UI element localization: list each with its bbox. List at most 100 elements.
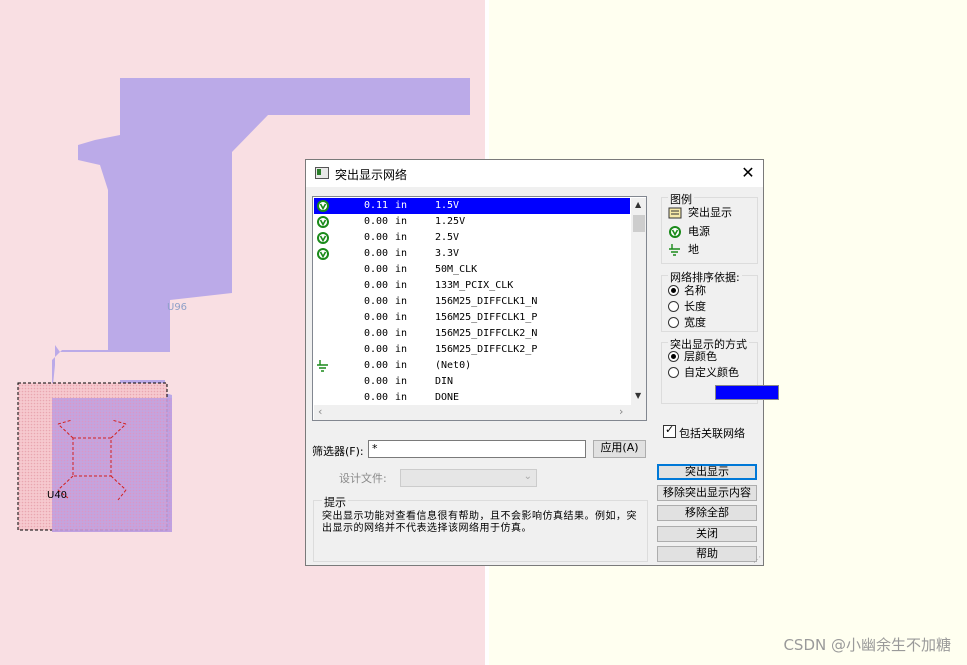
net-row[interactable]: 0.00 in DONE [314,390,630,406]
net-unit: in [395,296,408,307]
net-name: 50M_CLK [435,264,478,275]
chevron-down-icon: ⌄ [523,471,532,482]
net-length: 0.00 [364,216,389,227]
power-icon [316,199,330,213]
sort-group: 网络排序依据: 名称 长度 宽度 [661,269,758,332]
ref-u96: U96 [167,302,188,313]
net-row[interactable]: 0.00 in (Net0) [314,358,630,374]
dialog-titlebar[interactable]: 突出显示网络 ✕ [306,160,763,187]
remove-highlight-button[interactable]: 移除突出显示内容 [657,485,757,501]
net-row[interactable]: 0.00 in 156M25_DIFFCLK2_P [314,342,630,358]
power-icon [316,247,330,261]
net-length: 0.00 [364,344,389,355]
list-vertical-scrollbar[interactable]: ▲ ▼ [631,198,646,405]
component-u40-core [52,398,172,532]
include-related-checkbox[interactable]: ✓ [663,423,676,438]
net-name: DIN [435,376,454,387]
ref-u40: U40 [47,490,68,501]
sort-by-width-label: 宽度 [684,316,706,329]
highlight-button[interactable]: 突出显示 [657,464,757,480]
net-row[interactable]: 0.00 in 1.25V [314,214,630,230]
ground-icon [669,244,680,256]
close-icon[interactable]: ✕ [739,163,757,182]
sort-by-length-label: 长度 [684,300,706,313]
net-row[interactable]: 0.00 in 156M25_DIFFCLK1_P [314,310,630,326]
list-horizontal-scrollbar[interactable]: ‹ › [314,405,646,420]
net-unit: in [395,312,408,323]
net-unit: in [395,216,408,227]
net-length: 0.00 [364,280,389,291]
net-row[interactable]: 0.00 in 50M_CLK [314,262,630,278]
net-length: 0.00 [364,248,389,259]
design-file-select: ⌄ [400,469,537,487]
apply-button[interactable]: 应用(A) [593,440,646,458]
net-row[interactable]: 0.00 in DIN [314,374,630,390]
net-unit: in [395,376,408,387]
net-row[interactable]: 0.00 in 2.5V [314,230,630,246]
net-name: 156M25_DIFFCLK2_P [435,344,538,355]
net-unit: in [395,392,408,403]
scroll-up-icon[interactable]: ▲ [635,200,641,209]
sort-by-name-label: 名称 [684,284,706,297]
custom-color-swatch[interactable] [715,385,779,400]
net-row[interactable]: 0.11 in 1.5V [314,198,630,214]
power-icon [316,215,330,229]
net-length: 0.00 [364,360,389,371]
custom-color-label: 自定义颜色 [684,366,739,379]
hint-group: 提示 突出显示功能对查看信息很有帮助，且不会影响仿真结果。例如，突出显示的网络并… [313,494,648,562]
ground-icon [316,359,330,373]
design-file-label: 设计文件: [339,472,387,485]
watermark: CSDN @小幽余生不加糖 [783,636,951,654]
radio-dot[interactable] [668,301,679,312]
net-row[interactable]: 0.00 in 156M25_DIFFCLK2_N [314,326,630,342]
filter-label: 筛选器(F): [312,445,364,458]
net-name: 1.25V [435,216,466,227]
help-button[interactable]: 帮助 [657,546,757,562]
radio-dot[interactable] [668,367,679,378]
net-length: 0.00 [364,376,389,387]
scroll-left-icon[interactable]: ‹ [318,405,322,418]
net-name: (Net0) [435,360,472,371]
net-unit: in [395,264,408,275]
dialog-title: 突出显示网络 [335,168,408,182]
filter-input[interactable]: * [368,440,586,458]
net-length: 0.00 [364,232,389,243]
radio-dot[interactable] [668,351,679,362]
net-row[interactable]: 0.00 in 133M_PCIX_CLK [314,278,630,294]
hint-text: 突出显示功能对查看信息很有帮助，且不会影响仿真结果。例如，突出显示的网络并不代表… [322,511,637,534]
net-length: 0.11 [364,200,389,211]
scroll-thumb[interactable] [633,215,645,232]
net-row[interactable]: 0.00 in 3.3V [314,246,630,262]
close-button[interactable]: 关闭 [657,526,757,542]
net-name: 1.5V [435,200,460,211]
check-icon: ✓ [665,423,675,436]
net-row[interactable]: 0.00 in 156M25_DIFFCLK1_N [314,294,630,310]
include-related-label: 包括关联网络 [679,427,745,440]
net-name: 156M25_DIFFCLK2_N [435,328,538,339]
net-length: 0.00 [364,296,389,307]
legend-group: 图例 突出显示 电源 地 [661,191,758,264]
scroll-right-icon[interactable]: › [619,405,623,418]
legend-power-label: 电源 [688,225,710,238]
net-name: 3.3V [435,248,460,259]
power-icon [316,231,330,245]
legend-highlight-label: 突出显示 [688,206,732,219]
app-icon [315,167,329,179]
layer-color-label: 层颜色 [684,350,717,363]
radio-dot[interactable] [668,317,679,328]
resize-grip-icon[interactable]: ⋰ [753,555,761,564]
net-unit: in [395,200,408,211]
remove-all-button[interactable]: 移除全部 [657,505,757,521]
net-length: 0.00 [364,392,389,403]
net-list[interactable]: 0.00 in DONE 0.00 in DIN 0.00 in (Net0) 0.00 in 156… [312,196,647,421]
radio-dot[interactable] [668,285,679,296]
power-icon [669,226,681,238]
net-name: 156M25_DIFFCLK1_N [435,296,538,307]
hint-legend: 提示 [322,494,348,510]
net-unit: in [395,328,408,339]
highlight-nets-dialog: 突出显示网络 ✕ 0.00 in DONE 0.00 in DIN 0.00 in (Net0)… [305,159,779,566]
net-name: 133M_PCIX_CLK [435,280,514,291]
net-name: DONE [435,392,460,403]
legend-ground-label: 地 [688,243,699,256]
scroll-down-icon[interactable]: ▼ [635,391,641,400]
